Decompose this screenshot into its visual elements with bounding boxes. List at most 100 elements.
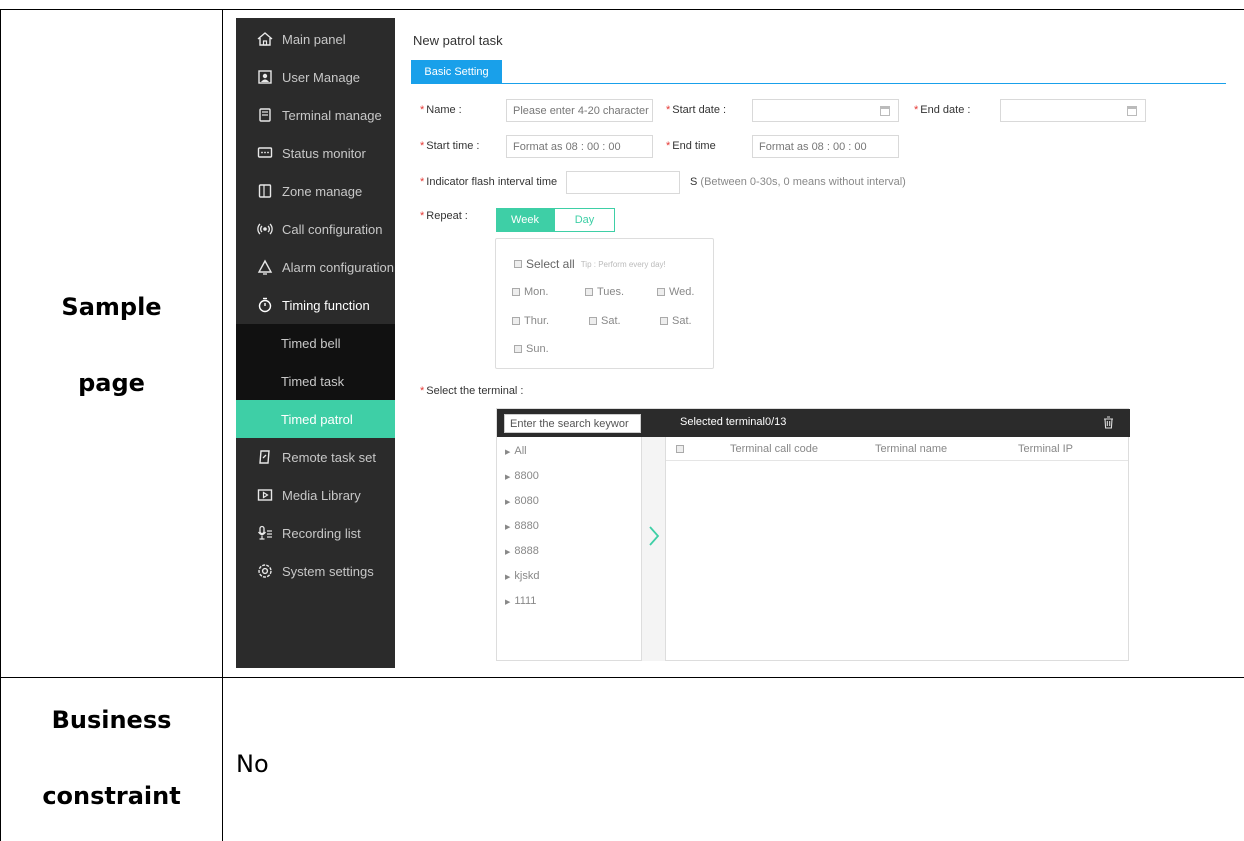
sidebar-item-remote-task-set[interactable]: Remote task set [236,438,395,476]
sidebar-item-label: Timing function [282,297,370,313]
sidebar-item-terminal-manage[interactable]: Terminal manage [236,96,395,134]
repeat-label: * Repeat : [420,210,468,222]
terminal-selector-header: Enter the search keywor Selected termina… [497,409,1130,437]
chevron-right-icon[interactable] [648,525,660,553]
day-checkbox-sat-1[interactable]: Sat. [589,315,621,327]
caret-right-icon: ▶ [505,499,511,506]
start-date-input[interactable] [752,99,899,122]
tree-node[interactable]: ▶ 8080 [505,495,539,507]
required-star: * [420,385,425,397]
required-star: * [666,104,671,116]
bell-icon [256,258,274,276]
day-checkbox-mon[interactable]: Mon. [512,286,548,298]
start-time-label: * Start time : [420,140,479,152]
day-checkbox-tues[interactable]: Tues. [585,286,624,298]
label-text: Start time : [426,140,480,152]
sidebar-item-label: Media Library [282,487,361,503]
terminal-search-input[interactable]: Enter the search keywor [504,414,641,433]
trash-icon[interactable] [1103,416,1114,429]
tree-node[interactable]: ▶ 8888 [505,545,539,557]
monitor-icon [256,144,274,162]
sidebar-item-label: Terminal manage [282,107,382,123]
checkbox-label: Wed. [669,286,695,298]
tree-node[interactable]: ▶ 8880 [505,520,539,532]
stopwatch-icon [256,296,274,314]
label-line: constraint [42,782,181,810]
table-top-border [0,9,1244,10]
repeat-day-button[interactable]: Day [554,208,615,232]
caret-right-icon: ▶ [505,474,511,481]
interval-label: * Indicator flash interval time [420,176,557,188]
sidebar-item-status-monitor[interactable]: Status monitor [236,134,395,172]
end-time-input[interactable]: Format as 08 : 00 : 00 [752,135,899,158]
day-checkbox-wed[interactable]: Wed. [657,286,694,298]
sidebar-item-main-panel[interactable]: Main panel [236,20,395,58]
sidebar: Main panel User Manage Terminal manage S… [236,18,395,668]
calendar-icon[interactable] [880,106,890,116]
sidebar-item-user-manage[interactable]: User Manage [236,58,395,96]
tree-node[interactable]: ▶ 1111 [505,595,536,607]
calendar-icon[interactable] [1127,106,1137,116]
select-all-checkbox[interactable]: Select all Tip : Perform every day! [514,257,666,271]
remote-task-icon [256,448,274,466]
sidebar-item-label: Timed task [281,373,345,389]
label-text: Indicator flash interval time [426,176,558,188]
label-text: Select the terminal : [426,385,524,397]
day-checkbox-sat-2[interactable]: Sat. [660,315,692,327]
sidebar-subitem-timed-bell[interactable]: Timed bell [236,324,395,362]
sidebar-item-zone-manage[interactable]: Zone manage [236,172,395,210]
checkbox-label: Sun. [526,343,549,355]
day-checkbox-sun[interactable]: Sun. [514,343,549,355]
sidebar-item-timing-function[interactable]: Timing function [236,286,395,324]
sidebar-item-alarm-configuration[interactable]: Alarm configuration [236,248,395,286]
sidebar-item-label: Zone manage [282,183,363,199]
required-star: * [666,140,671,152]
select-all-terminals-checkbox[interactable] [676,445,688,453]
name-input[interactable]: Please enter 4-20 character [506,99,653,122]
sidebar-item-call-configuration[interactable]: Call configuration [236,210,395,248]
tree-node[interactable]: ▶ 8800 [505,470,539,482]
end-date-input[interactable] [1000,99,1146,122]
day-checkbox-thur[interactable]: Thur. [512,315,549,327]
tree-node-label: All [514,445,527,457]
tip-text: Tip : Perform every day! [580,259,666,269]
table-row-divider [0,677,1244,678]
label-text: Start date : [672,104,727,116]
tree-node-label: 1111 [514,595,537,607]
checkbox-label: Select all [526,257,575,271]
sidebar-item-recording-list[interactable]: Recording list [236,514,395,552]
repeat-week-button[interactable]: Week [496,208,554,232]
label-text: End date : [920,104,971,116]
caret-right-icon: ▶ [505,549,511,556]
gear-icon [256,562,274,580]
business-constraint-value: No [236,750,269,778]
checkbox-icon [512,317,520,325]
start-time-input[interactable]: Format as 08 : 00 : 00 [506,135,653,158]
label-text: Repeat : [426,210,468,222]
sample-page-label: Sample page [1,293,222,397]
checkbox-label: Sat. [672,315,692,327]
tab-basic-setting[interactable]: Basic Setting [411,60,502,84]
interval-input[interactable] [566,171,680,194]
label-line: Business [51,706,172,734]
sidebar-subitem-timed-task[interactable]: Timed task [236,362,395,400]
caret-right-icon: ▶ [505,599,511,606]
interval-hint: S (Between 0-30s, 0 means without interv… [690,176,906,188]
caret-right-icon: ▶ [505,524,511,531]
sidebar-item-label: Recording list [282,525,361,541]
checkbox-label: Sat. [601,315,621,327]
sidebar-item-system-settings[interactable]: System settings [236,552,395,590]
tree-node[interactable]: ▶ All [505,445,527,457]
sidebar-item-media-library[interactable]: Media Library [236,476,395,514]
weekday-selector: Select all Tip : Perform every day! Mon. … [495,238,714,369]
label-text: Name : [426,104,462,116]
sidebar-subitem-timed-patrol[interactable]: Timed patrol [236,400,395,438]
patrol-task-form: New patrol task Basic Setting * Name : Pl… [400,18,1244,668]
tab-underline [411,83,1226,84]
checkbox-icon [657,288,665,296]
checkbox-icon [514,345,522,353]
tree-node[interactable]: ▶ kjskd [505,570,539,582]
start-date-label: * Start date : [666,104,726,116]
name-label: * Name : [420,104,462,116]
checkbox-label: Tues. [597,286,625,298]
